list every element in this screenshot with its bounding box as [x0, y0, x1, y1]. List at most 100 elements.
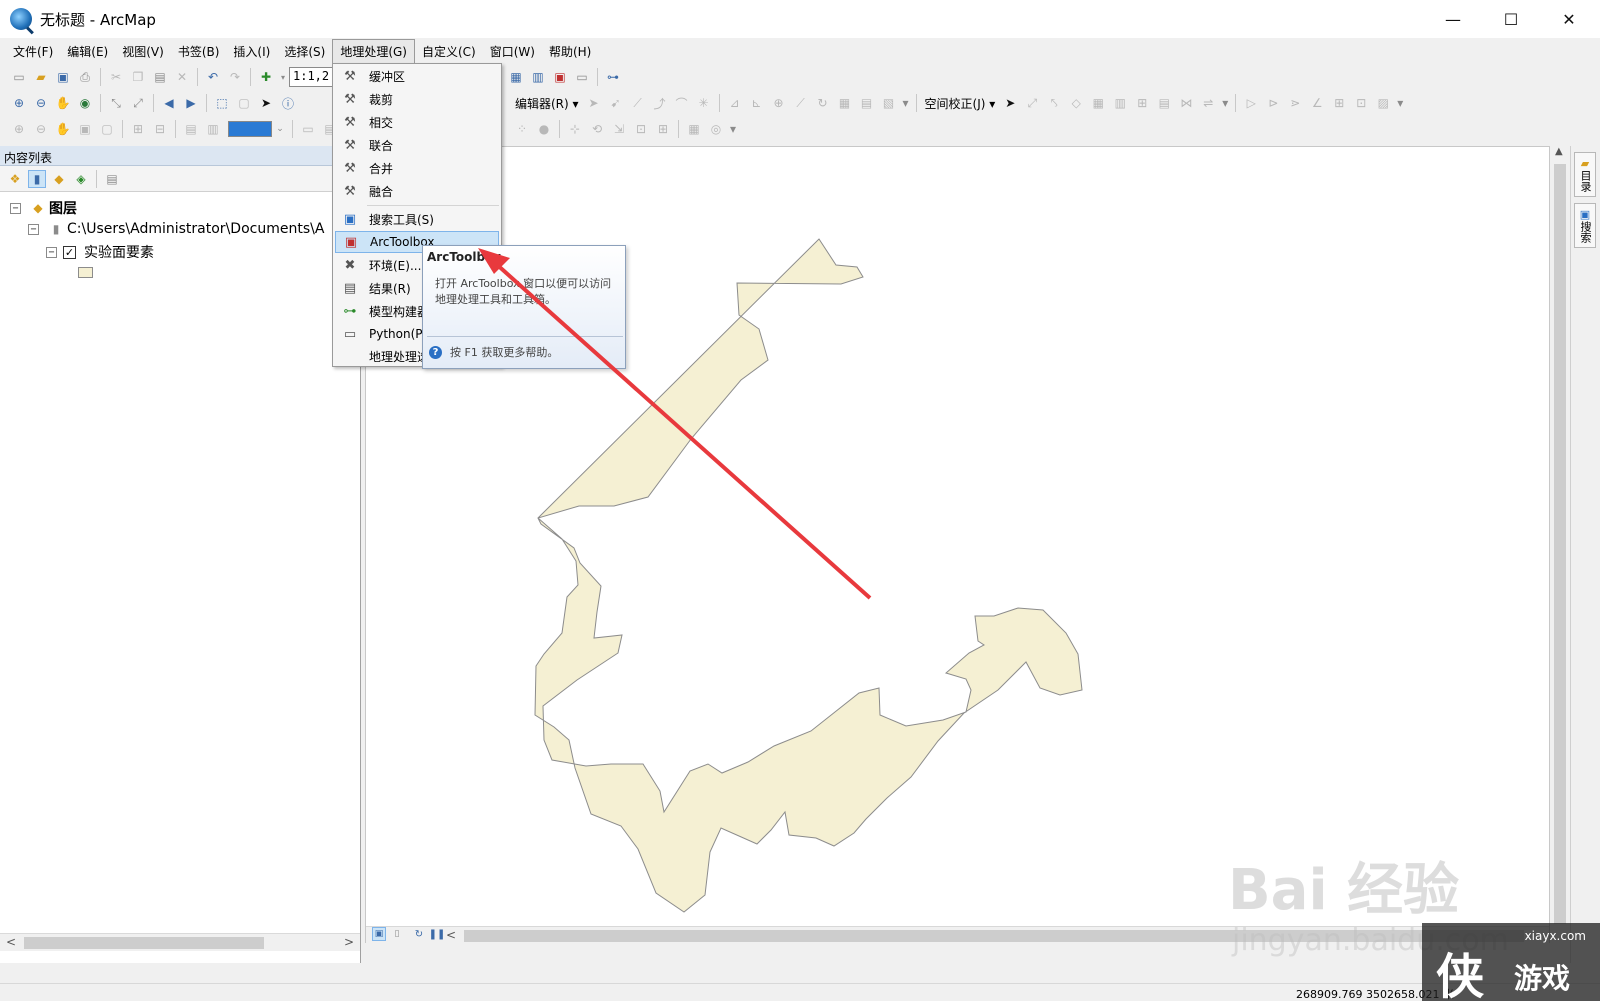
reshape-icon[interactable]: ⊾	[748, 94, 766, 112]
limited-adjustment-icon[interactable]: ▦	[1089, 94, 1107, 112]
menu-item-merge[interactable]: ⚒ 合并	[335, 157, 499, 179]
fixed-zoom-out-layout-icon[interactable]: ⊟	[151, 120, 169, 138]
view-link-table-icon[interactable]: ▤	[1155, 94, 1173, 112]
menu-insert[interactable]: 插入(I)	[226, 40, 277, 63]
edit-annotation-icon[interactable]: ➹	[607, 94, 625, 112]
select-features-icon[interactable]: ⬚	[213, 94, 231, 112]
cut-polygon-icon[interactable]: ⊕	[770, 94, 788, 112]
edge-match-icon[interactable]: ⋈	[1177, 94, 1195, 112]
layer-visibility-checkbox[interactable]: ✓	[63, 245, 76, 259]
delete-icon[interactable]: ✕	[173, 68, 191, 86]
map-scale-input[interactable]: 1:1,2	[289, 67, 335, 87]
fixed-zoom-in-icon[interactable]: ⤡	[107, 94, 125, 112]
georef-viewer-icon[interactable]: ▦	[685, 120, 703, 138]
layout-view-icon[interactable]: ▯	[390, 927, 404, 941]
straight-segment-icon[interactable]: ⟋	[629, 94, 647, 112]
modify-link-icon[interactable]: ⤣	[1045, 94, 1063, 112]
sketch-properties-icon[interactable]: ▤	[858, 94, 876, 112]
copy-icon[interactable]: ❐	[129, 68, 147, 86]
attribute-transfer-icon[interactable]: ⇌	[1199, 94, 1217, 112]
catalog-dock-tab[interactable]: ▰ 目录	[1574, 152, 1596, 197]
menu-file[interactable]: 文件(F)	[6, 40, 60, 63]
select-elements-icon[interactable]: ➤	[1001, 94, 1019, 112]
attributes-icon[interactable]: ▦	[836, 94, 854, 112]
menu-item-union[interactable]: ⚒ 联合	[335, 134, 499, 156]
open-folder-icon[interactable]: ▰	[32, 68, 50, 86]
list-by-drawing-order-icon[interactable]: ❖	[6, 170, 24, 188]
collapse-icon[interactable]: −	[10, 202, 21, 214]
scroll-up-icon[interactable]: ▲	[1555, 146, 1563, 157]
identify-icon[interactable]: ⓘ	[279, 94, 297, 112]
end-point-arc-icon[interactable]: ⤴	[651, 94, 669, 112]
menu-item-search-tools[interactable]: ▣ 搜索工具(S)	[335, 208, 499, 230]
close-button[interactable]: ✕	[1540, 0, 1598, 38]
python-window-icon[interactable]: ▭	[573, 68, 591, 86]
zoom-whole-page-icon[interactable]: ▣	[76, 120, 94, 138]
new-displacement-link-icon[interactable]: ⤢	[1023, 94, 1041, 112]
map-vertical-scrollbar[interactable]: ▲	[1552, 146, 1568, 943]
edit-tool-icon[interactable]: ➤	[585, 94, 603, 112]
fix-topology-error-icon[interactable]: ▨	[1374, 94, 1392, 112]
create-features-icon[interactable]: ▧	[880, 94, 898, 112]
align-edge-icon[interactable]: ∠	[1308, 94, 1326, 112]
fixed-zoom-in-layout-icon[interactable]: ⊞	[129, 120, 147, 138]
menu-view[interactable]: 视图(V)	[115, 40, 171, 63]
menu-edit[interactable]: 编辑(E)	[60, 40, 115, 63]
fixed-zoom-out-icon[interactable]: ⤢	[129, 94, 147, 112]
search-dock-tab[interactable]: ▣ 搜索	[1574, 203, 1596, 248]
select-elements-icon[interactable]: ➤	[257, 94, 275, 112]
pan-icon[interactable]: ✋	[54, 94, 72, 112]
tree-row-layers[interactable]: − ◆ 图层	[10, 198, 77, 218]
add-data-icon[interactable]: ✚	[257, 68, 275, 86]
data-view-icon[interactable]: ▣	[372, 927, 386, 941]
chevron-down-icon[interactable]: ▾	[279, 68, 287, 86]
menu-geoprocessing[interactable]: 地理处理(G)	[332, 39, 415, 63]
menu-item-intersect[interactable]: ⚒ 相交	[335, 111, 499, 133]
scroll-left-icon[interactable]: <	[446, 928, 456, 942]
layout-zoom-in-icon[interactable]: ⊕	[10, 120, 28, 138]
georef-rotate-icon[interactable]: ⟲	[588, 120, 606, 138]
snapping-sphere-icon[interactable]: ●	[535, 120, 553, 138]
cut-icon[interactable]: ✂	[107, 68, 125, 86]
zoom-out-icon[interactable]: ⊖	[32, 94, 50, 112]
menu-selection[interactable]: 选择(S)	[277, 40, 332, 63]
menu-help[interactable]: 帮助(H)	[542, 40, 598, 63]
scroll-left-icon[interactable]: <	[6, 935, 16, 949]
georef-shift-icon[interactable]: ⇲	[610, 120, 628, 138]
construct-features-icon[interactable]: ⊞	[1330, 94, 1348, 112]
layout-pan-icon[interactable]: ✋	[54, 120, 72, 138]
scroll-thumb[interactable]	[1554, 164, 1566, 924]
list-by-visibility-icon[interactable]: ◆	[50, 170, 68, 188]
shared-edge-icon[interactable]: ⋗	[1286, 94, 1304, 112]
toolbar-overflow-icon[interactable]: ▾	[729, 120, 737, 138]
trace-icon[interactable]: ⌒	[673, 94, 691, 112]
topology-edit-icon[interactable]: ▷	[1242, 94, 1260, 112]
menu-customize[interactable]: 自定义(C)	[415, 40, 483, 63]
model-builder-icon[interactable]: ⊶	[604, 68, 622, 86]
georef-magnifier-icon[interactable]: ◎	[707, 120, 725, 138]
list-by-source-icon[interactable]: ▮	[28, 169, 46, 188]
full-extent-icon[interactable]: ◉	[76, 94, 94, 112]
pause-drawing-icon[interactable]: ❚❚	[429, 927, 446, 941]
clear-selection-icon[interactable]: ▢	[235, 94, 253, 112]
rotate-icon[interactable]: ↻	[814, 94, 832, 112]
show-shared-features-icon[interactable]: ⊳	[1264, 94, 1282, 112]
new-identity-link-icon[interactable]: ◇	[1067, 94, 1085, 112]
redo-icon[interactable]: ↷	[226, 68, 244, 86]
go-forward-extent-icon[interactable]: ▥	[204, 120, 222, 138]
clear-area-icon[interactable]: ▥	[1111, 94, 1129, 112]
toc-options-icon[interactable]: ▤	[103, 170, 121, 188]
save-icon[interactable]: ▣	[54, 68, 72, 86]
scroll-thumb[interactable]	[24, 937, 264, 949]
toc-horizontal-scrollbar[interactable]: < >	[0, 933, 360, 951]
menu-item-dissolve[interactable]: ⚒ 融合	[335, 180, 499, 202]
toolbar-overflow-icon[interactable]: ▾	[1396, 94, 1404, 112]
editor-toolbar-icon[interactable]: ▦	[507, 68, 525, 86]
toolbar-overflow-icon[interactable]: ▾	[1221, 94, 1229, 112]
menu-item-buffer[interactable]: ⚒ 缓冲区	[335, 65, 499, 87]
point-icon[interactable]: ✳	[695, 94, 713, 112]
georef-table-icon[interactable]: ⊞	[654, 120, 672, 138]
georef-add-control-points-icon[interactable]: ⊹	[566, 120, 584, 138]
menu-item-clip[interactable]: ⚒ 裁剪	[335, 88, 499, 110]
go-back-extent-icon[interactable]: ▤	[182, 120, 200, 138]
